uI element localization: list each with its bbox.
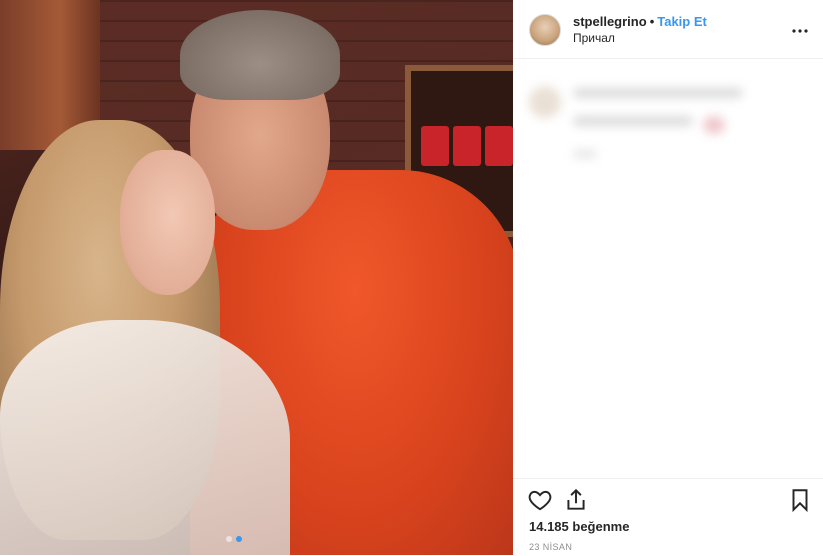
header-line: stpellegrino • Takip Et [573, 14, 707, 29]
shelf-box [453, 126, 481, 166]
man-hair [180, 10, 340, 100]
share-icon[interactable] [563, 487, 589, 513]
username-link[interactable]: stpellegrino [573, 14, 647, 29]
heart-icon[interactable] [527, 487, 553, 513]
comment-time [573, 150, 597, 158]
post-actions: 14.185 beğenme 23 NİSAN [513, 478, 823, 556]
carousel-dot[interactable] [226, 536, 232, 542]
separator-dot: • [649, 14, 655, 29]
woman-blouse [0, 320, 290, 555]
more-options-icon[interactable] [791, 18, 809, 39]
woman-face [120, 150, 215, 295]
carousel-indicator [226, 536, 242, 542]
comment-emoji [703, 116, 725, 134]
comments-area-blurred [513, 58, 823, 478]
comment-line [573, 88, 743, 98]
comment-avatar [529, 86, 561, 118]
post-date[interactable]: 23 NİSAN [529, 542, 572, 552]
location-link[interactable]: Причал [573, 31, 615, 45]
carousel-dot-active[interactable] [236, 536, 242, 542]
avatar[interactable] [529, 14, 561, 46]
post-header: stpellegrino • Takip Et Причал [513, 0, 823, 59]
post-photo[interactable] [0, 0, 513, 555]
shelf-box [421, 126, 449, 166]
post-side-panel: stpellegrino • Takip Et Причал 14.185 beğe… [513, 0, 823, 555]
bookmark-icon[interactable] [787, 487, 813, 513]
likes-count[interactable]: 14.185 beğenme [529, 519, 629, 534]
shelf-box [485, 126, 513, 166]
follow-button[interactable]: Takip Et [657, 14, 707, 29]
comment-line [573, 116, 693, 126]
